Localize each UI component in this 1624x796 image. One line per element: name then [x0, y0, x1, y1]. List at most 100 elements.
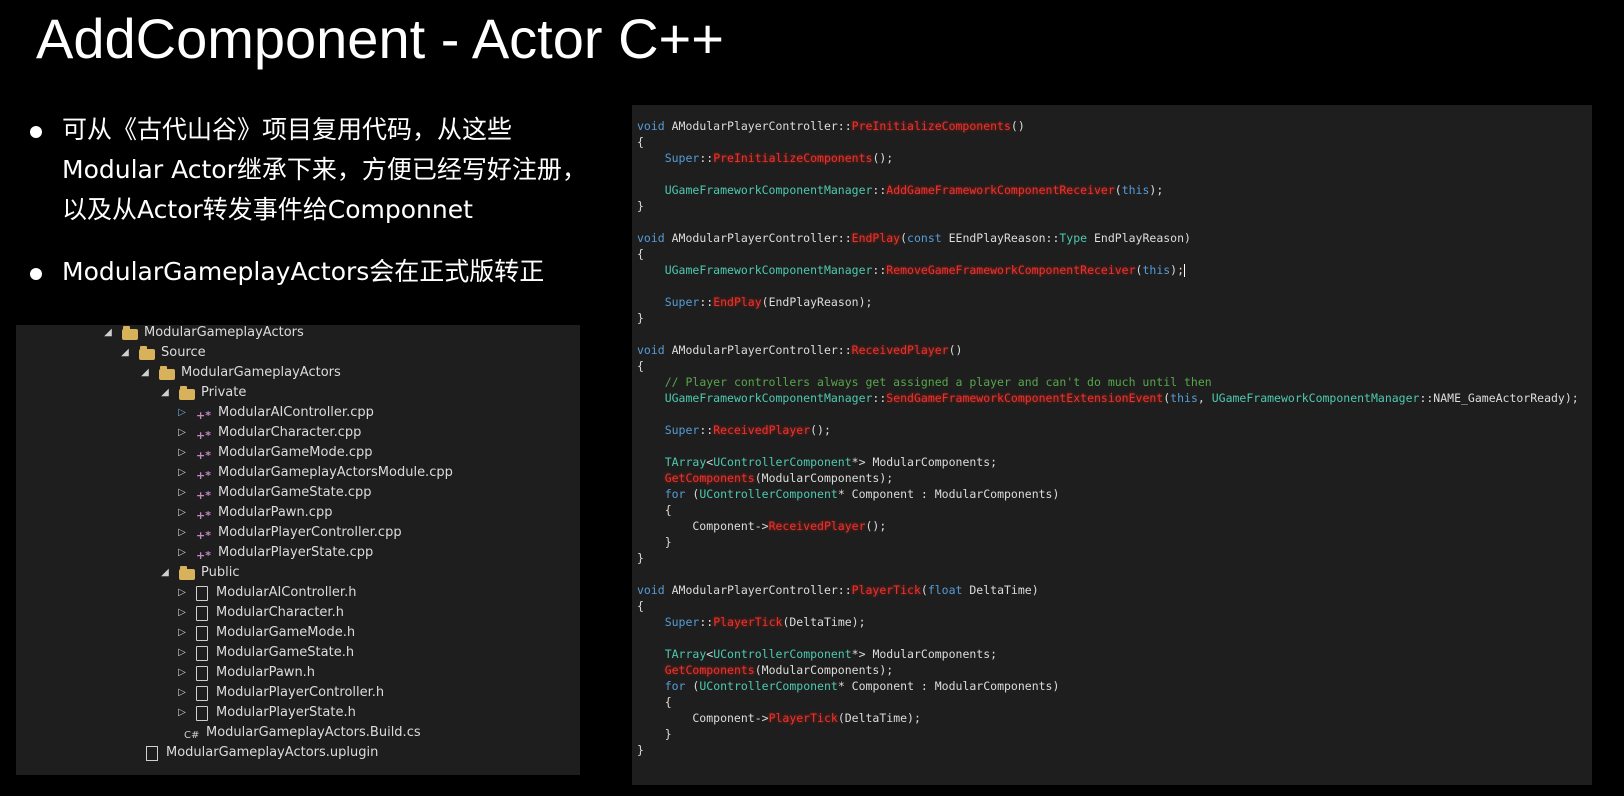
- tree-item-file[interactable]: ▷ +* ModularPlayerState.cpp: [176, 543, 373, 563]
- tree-item-label: ModularPlayerState.cpp: [218, 545, 374, 560]
- collapse-arrow-icon[interactable]: ▷: [176, 543, 188, 563]
- slide-title: AddComponent - Actor C++: [36, 7, 724, 70]
- header-file-icon: [196, 605, 208, 621]
- bullet-line: 以及从Actor转发事件给Componnet: [62, 195, 473, 224]
- tree-item-label: ModularGameState.h: [216, 645, 355, 660]
- code-line: {: [637, 247, 644, 261]
- tree-item-file[interactable]: ▷ +* ModularGameMode.cpp: [176, 443, 372, 463]
- code-line: for (UControllerComponent* Component : M…: [664, 487, 1060, 501]
- tree-item-private[interactable]: ◢ Private: [159, 383, 246, 403]
- expand-arrow-icon[interactable]: ◢: [102, 325, 114, 343]
- folder-icon: [179, 385, 195, 400]
- collapse-arrow-icon[interactable]: ▷: [176, 683, 188, 703]
- bullet-dot-icon: [30, 268, 42, 280]
- tree-item-source[interactable]: ◢ Source: [119, 343, 206, 363]
- tree-item-file[interactable]: ▷ ModularGameState.h: [176, 643, 354, 663]
- tree-item-file[interactable]: ModularGameplayActors.uplugin: [146, 743, 378, 763]
- bullet-line: 可从《古代山谷》项目复用代码，从这些: [62, 115, 513, 144]
- bullet-line: ModularGameplayActors会在正式版转正: [62, 257, 545, 286]
- tree-item-label: Private: [201, 385, 247, 400]
- header-file-icon: [196, 705, 208, 721]
- code-line: {: [637, 135, 644, 149]
- code-line: {: [637, 599, 644, 613]
- collapse-arrow-icon[interactable]: ▷: [176, 603, 188, 623]
- cpp-file-icon: +*: [196, 429, 211, 442]
- bullet-item: 可从《古代山谷》项目复用代码，从这些 Modular Actor继承下来，方便已…: [30, 110, 630, 230]
- tree-item-label: Public: [201, 565, 240, 580]
- header-file-icon: [196, 625, 208, 641]
- tree-item-modulargameplayactors-module[interactable]: ◢ ModularGameplayActors: [139, 363, 341, 383]
- code-line: GetComponents(ModularComponents);: [664, 663, 894, 677]
- code-line: Super::ReceivedPlayer();: [664, 423, 831, 437]
- code-line: // Player controllers always get assigne…: [664, 375, 1212, 389]
- header-file-icon: [196, 585, 208, 601]
- code-line: Super::EndPlay(EndPlayReason);: [664, 295, 873, 309]
- collapse-arrow-icon[interactable]: ▷: [176, 663, 188, 683]
- tree-item-file[interactable]: ▷ ModularPlayerState.h: [176, 703, 356, 723]
- plugin-file-icon: [146, 745, 158, 761]
- expand-arrow-icon[interactable]: ◢: [159, 563, 171, 583]
- collapse-arrow-icon[interactable]: ▷: [176, 523, 188, 543]
- collapse-arrow-icon[interactable]: ▷: [176, 483, 188, 503]
- tree-item-file[interactable]: ▷ +* ModularAIController.cpp: [176, 403, 374, 423]
- tree-item-label: ModularGameplayActors.Build.cs: [206, 725, 421, 740]
- tree-item-public[interactable]: ◢ Public: [159, 563, 239, 583]
- tree-item-label: ModularGameState.cpp: [218, 485, 372, 500]
- folder-icon: [122, 325, 138, 340]
- collapse-arrow-icon[interactable]: ▷: [176, 583, 188, 603]
- collapse-arrow-icon[interactable]: ▷: [176, 623, 188, 643]
- collapse-arrow-icon[interactable]: ▷: [176, 643, 188, 663]
- tree-item-file[interactable]: ▷ +* ModularGameState.cpp: [176, 483, 371, 503]
- code-line: for (UControllerComponent* Component : M…: [664, 679, 1060, 693]
- bullet-list: 可从《古代山谷》项目复用代码，从这些 Modular Actor继承下来，方便已…: [30, 110, 630, 314]
- collapse-arrow-icon[interactable]: ▷: [176, 403, 188, 423]
- expand-arrow-icon[interactable]: ◢: [119, 343, 131, 363]
- collapse-arrow-icon[interactable]: ▷: [176, 503, 188, 523]
- collapse-arrow-icon[interactable]: ▷: [176, 423, 188, 443]
- tree-item-label: ModularGameplayActorsModule.cpp: [218, 465, 453, 480]
- collapse-arrow-icon[interactable]: ▷: [176, 463, 188, 483]
- header-file-icon: [196, 665, 208, 681]
- cpp-file-icon: +*: [196, 409, 211, 422]
- tree-item-modulargameplayactors-plugin[interactable]: ◢ ModularGameplayActors: [102, 325, 304, 343]
- cpp-file-icon: +*: [196, 449, 211, 462]
- tree-item-file[interactable]: C# ModularGameplayActors.Build.cs: [184, 723, 421, 743]
- tree-item-label: ModularGameplayActors: [144, 325, 304, 340]
- tree-item-file[interactable]: ▷ +* ModularPlayerController.cpp: [176, 523, 401, 543]
- collapse-arrow-icon[interactable]: ▷: [176, 443, 188, 463]
- tree-item-file[interactable]: ▷ ModularCharacter.h: [176, 603, 344, 623]
- folder-icon: [159, 365, 175, 380]
- tree-item-file[interactable]: ▷ ModularAIController.h: [176, 583, 356, 603]
- code-line: Component->ReceivedPlayer();: [637, 519, 887, 533]
- code-line: {: [637, 695, 672, 709]
- tree-item-file[interactable]: ▷ ModularPlayerController.h: [176, 683, 384, 703]
- code-line: }: [637, 199, 644, 213]
- code-editor[interactable]: void AModularPlayerController::PreInitia…: [632, 105, 1592, 785]
- csharp-file-icon: C#: [184, 730, 200, 741]
- header-file-icon: [196, 685, 208, 701]
- expand-arrow-icon[interactable]: ◢: [159, 383, 171, 403]
- code-line: {: [637, 359, 644, 373]
- tree-item-label: ModularCharacter.h: [216, 605, 344, 620]
- folder-icon: [139, 345, 155, 360]
- bullet-dot-icon: [30, 126, 42, 138]
- cpp-file-icon: +*: [196, 529, 211, 542]
- code-line: UGameFrameworkComponentManager::RemoveGa…: [664, 263, 1186, 277]
- code-line: UGameFrameworkComponentManager::AddGameF…: [664, 183, 1164, 197]
- code-line: Component->PlayerTick(DeltaTime);: [637, 711, 921, 725]
- text-cursor: [1184, 264, 1186, 277]
- tree-item-label: ModularAIController.h: [216, 585, 357, 600]
- bullet-text: ModularGameplayActors会在正式版转正: [62, 252, 544, 292]
- code-line: TArray<UControllerComponent*> ModularCom…: [664, 455, 998, 469]
- tree-item-file[interactable]: ▷ ModularPawn.h: [176, 663, 315, 683]
- tree-item-label: ModularGameMode.h: [216, 625, 356, 640]
- tree-item-file[interactable]: ▷ +* ModularPawn.cpp: [176, 503, 332, 523]
- tree-item-file[interactable]: ▷ +* ModularCharacter.cpp: [176, 423, 361, 443]
- cpp-file-icon: +*: [196, 509, 211, 522]
- tree-item-file[interactable]: ▷ ModularGameMode.h: [176, 623, 355, 643]
- code-line: void AModularPlayerController::ReceivedP…: [637, 343, 963, 357]
- tree-item-file[interactable]: ▷ +* ModularGameplayActorsModule.cpp: [176, 463, 453, 483]
- collapse-arrow-icon[interactable]: ▷: [176, 703, 188, 723]
- expand-arrow-icon[interactable]: ◢: [139, 363, 151, 383]
- bullet-text: 可从《古代山谷》项目复用代码，从这些 Modular Actor继承下来，方便已…: [62, 110, 587, 230]
